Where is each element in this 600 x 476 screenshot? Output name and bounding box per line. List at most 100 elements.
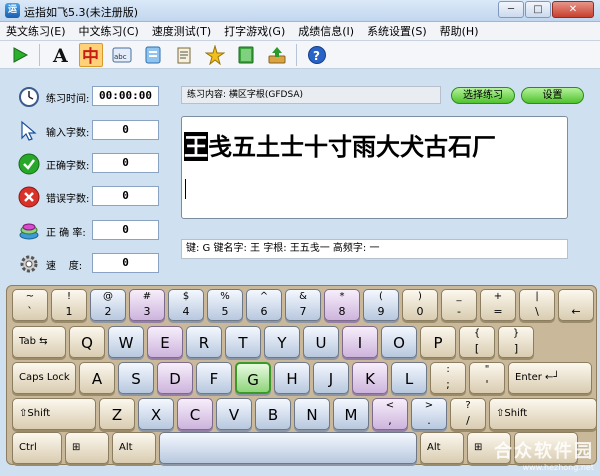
menu-help[interactable]: 帮助(H) (440, 23, 479, 39)
practice-text-area[interactable]: 王戋五土士十寸雨大犬古石厂 (181, 116, 568, 219)
watermark: 合众软件园 www.hezhong.net (494, 437, 594, 472)
key-symbol: {[ (459, 326, 495, 358)
key-r: R (186, 326, 222, 358)
script-icon[interactable] (172, 43, 196, 67)
key-base-label: 1 (65, 305, 73, 318)
key-symbol: <, (372, 398, 408, 430)
book-icon[interactable] (234, 43, 258, 67)
key-m: M (333, 398, 369, 430)
key-0: ) 0 (402, 289, 438, 321)
install-icon[interactable] (265, 43, 289, 67)
settings-button[interactable]: 设置 (521, 87, 584, 104)
key-shift-label: } (512, 328, 520, 339)
key-main-label: U (315, 334, 327, 352)
key-h: H (274, 362, 310, 394)
key-q: Q (69, 326, 105, 358)
key-base-label: = (493, 305, 503, 318)
document-icon[interactable] (141, 43, 165, 67)
toolbar-separator (296, 43, 297, 66)
menu-chinese-practice[interactable]: 中文练习(C) (79, 23, 139, 39)
key-l: L (391, 362, 427, 394)
watermark-url: www.hezhong.net (522, 463, 594, 472)
key-shift: ⇧Shift (12, 398, 96, 430)
key-symbol: | \ (519, 289, 555, 321)
key-main-label: H (286, 370, 298, 388)
key-symbol: >. (411, 398, 447, 430)
chinese-zhong-icon[interactable]: 中 (79, 42, 103, 67)
wrong-count-label: 错误字数: (46, 194, 90, 205)
stat-input-count: 输入字数: 0 (18, 120, 163, 142)
help-icon[interactable]: ? (305, 43, 329, 67)
accuracy-value: 0 (92, 220, 159, 240)
cursor-icon (21, 120, 37, 141)
gear-icon (20, 255, 38, 273)
key-base-label: \ (535, 305, 539, 318)
key-a: A (79, 362, 115, 394)
key-6: ^ 6 (246, 289, 282, 321)
key-main-label: Z (111, 406, 123, 424)
svg-text:A: A (52, 45, 68, 65)
menu-speed-test[interactable]: 速度测试(T) (152, 23, 211, 39)
menu-typing-game[interactable]: 打字游戏(G) (224, 23, 285, 39)
key-symbol: ← (558, 289, 594, 321)
key-label: Ctrl (19, 442, 37, 453)
key-shift-label: ! (66, 291, 71, 302)
select-practice-button[interactable]: 选择练习 (451, 87, 515, 104)
key-c: C (177, 398, 213, 430)
key-shift-label: ^ (259, 291, 269, 302)
key-shift-label: % (220, 291, 230, 302)
key-2: @2 (90, 289, 126, 321)
stat-speed: 速 度: 0 (18, 253, 163, 275)
key-1: ! 1 (51, 289, 87, 321)
key-main-label: V (228, 406, 240, 424)
key-main-label: A (91, 370, 103, 388)
key-t: T (225, 326, 261, 358)
toolbar-separator (39, 43, 40, 66)
key-shift: ⇧Shift (489, 398, 597, 430)
key-shift-label: & (299, 291, 307, 302)
key-enter: Enter ←┘ (508, 362, 592, 394)
key-base-label: 4 (182, 305, 190, 318)
accuracy-label: 正 确 率: (46, 228, 86, 239)
maximize-button[interactable]: □ (525, 1, 551, 18)
key-main-label: T (238, 334, 248, 352)
key-shift-label: ( (379, 291, 383, 302)
speed-value: 0 (92, 253, 159, 273)
key-shift-label: : (446, 364, 450, 375)
key-u: U (303, 326, 339, 358)
game-icon[interactable] (203, 43, 227, 67)
close-button[interactable]: ✕ (552, 1, 594, 18)
minimize-button[interactable]: ─ (498, 1, 524, 18)
svg-text:abc: abc (114, 53, 127, 61)
key-shift-label: ~ (25, 291, 35, 302)
menu-system-settings[interactable]: 系统设置(S) (367, 23, 427, 39)
key-main-label: X (150, 406, 162, 424)
key-shift-label: + (493, 291, 503, 302)
key-symbol: " ' (469, 362, 505, 394)
english-a-icon[interactable]: A (48, 43, 72, 67)
key-shift-label: $ (182, 291, 190, 302)
key-v: V (216, 398, 252, 430)
key-base-label: 0 (416, 305, 424, 318)
key-main-label: R (198, 334, 210, 352)
key-y: Y (264, 326, 300, 358)
key-base-label: . (427, 414, 431, 427)
key-shift-label: ? (465, 400, 471, 411)
menu-score-info[interactable]: 成绩信息(I) (298, 23, 354, 39)
key-base-label: 3 (143, 305, 151, 318)
key-shift-label: @ (103, 291, 113, 302)
key-shift-label: > (424, 400, 434, 411)
menu-english-practice[interactable]: 英文练习(E) (6, 23, 66, 39)
key-base-label: ; (446, 378, 450, 391)
practice-time-value: 00:00:00 (92, 86, 159, 106)
abc-icon[interactable]: abc (110, 43, 134, 67)
key-x: X (138, 398, 174, 430)
play-icon[interactable] (8, 43, 32, 67)
practice-time-label: 练习时间: (46, 94, 90, 105)
key-symbol: ⊞ (65, 432, 109, 464)
key-symbol: _ - (441, 289, 477, 321)
key-main-label: B (267, 406, 279, 424)
window-controls: ─ □ ✕ (497, 1, 594, 18)
watermark-text: 合众软件园 (494, 441, 594, 462)
key-main-label: L (404, 370, 414, 388)
